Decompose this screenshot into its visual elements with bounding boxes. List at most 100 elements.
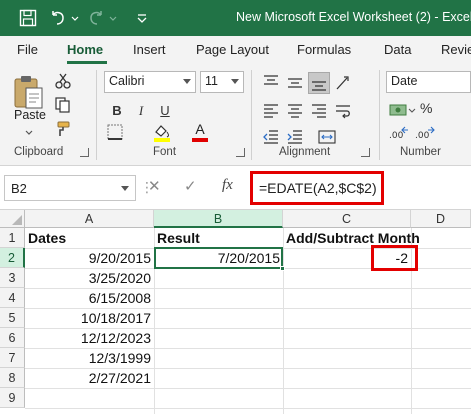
name-box[interactable]: B2 — [4, 175, 136, 201]
merge-center-icon[interactable] — [316, 126, 338, 148]
tab-file[interactable]: File — [17, 42, 38, 57]
cell-a3[interactable]: 3/25/2020 — [25, 268, 154, 288]
chevron-down-icon — [183, 79, 191, 84]
column-header-a[interactable]: A — [25, 210, 154, 228]
align-bottom-icon[interactable] — [308, 72, 330, 94]
tab-data[interactable]: Data — [384, 42, 411, 57]
save-icon[interactable] — [18, 8, 38, 28]
align-left-icon[interactable] — [260, 100, 282, 122]
font-color-label: A — [195, 121, 205, 137]
row-header-3[interactable]: 3 — [0, 268, 25, 288]
row-header-9[interactable]: 9 — [0, 388, 25, 408]
window-title: New Microsoft Excel Worksheet (2) - Exce… — [236, 10, 471, 24]
number-format-combo[interactable]: Date — [386, 71, 471, 93]
cell-a2[interactable]: 9/20/2015 — [25, 248, 154, 268]
font-name-combo[interactable]: Calibri — [104, 71, 196, 93]
cell-a7[interactable]: 12/3/1999 — [25, 348, 154, 368]
font-color-button[interactable]: A — [188, 122, 212, 144]
undo-icon[interactable] — [48, 8, 68, 28]
fill-color-icon[interactable] — [150, 122, 174, 149]
row-header-1[interactable]: 1 — [0, 228, 25, 248]
paste-label[interactable]: Paste — [14, 108, 46, 122]
cell-b1[interactable]: Result — [154, 228, 283, 248]
paste-dropdown-icon[interactable] — [24, 124, 34, 142]
row-header-7[interactable]: 7 — [0, 348, 25, 368]
wrap-text-icon[interactable] — [332, 100, 354, 122]
svg-text:.00: .00 — [415, 131, 430, 141]
bold-button[interactable]: B — [106, 100, 128, 122]
number-group-label: Number — [400, 146, 441, 158]
cancel-icon[interactable]: ✕ — [148, 177, 161, 195]
align-right-icon[interactable] — [308, 100, 330, 122]
tab-page-layout[interactable]: Page Layout — [196, 42, 269, 57]
column-header-d[interactable]: D — [411, 210, 471, 228]
orientation-icon[interactable] — [332, 72, 354, 94]
enter-icon[interactable]: ✓ — [184, 177, 197, 195]
fill-handle[interactable] — [280, 266, 285, 271]
insert-function-icon[interactable]: fx — [222, 177, 233, 194]
ribbon-tabs: File Home Insert Page Layout Formulas Da… — [0, 36, 471, 64]
number-format-value: Date — [391, 74, 418, 88]
undo-dropdown-icon[interactable] — [70, 8, 80, 28]
borders-icon[interactable] — [104, 122, 128, 149]
gridline — [25, 388, 471, 389]
tab-home[interactable]: Home — [67, 42, 103, 57]
cell-a5[interactable]: 10/18/2017 — [25, 308, 154, 328]
formula-bar: B2 ⋮ ✕ ✓ fx =EDATE(A2,$C$2) — [0, 166, 471, 210]
align-top-icon[interactable] — [260, 72, 282, 94]
percent-style-icon[interactable]: % — [420, 100, 432, 116]
clipboard-group-label: Clipboard — [14, 146, 64, 158]
row-header-8[interactable]: 8 — [0, 368, 25, 388]
ribbon: Paste Clipboard Calibri 11 B I U A Font … — [0, 64, 471, 166]
group-divider — [379, 70, 380, 160]
cut-icon[interactable] — [54, 72, 72, 95]
tab-formulas[interactable]: Formulas — [297, 42, 351, 57]
group-divider — [251, 70, 252, 160]
align-middle-icon[interactable] — [284, 72, 306, 94]
column-header-b[interactable]: B — [154, 210, 283, 228]
align-center-icon[interactable] — [284, 100, 306, 122]
worksheet-grid: A B C D 1 2 3 4 5 6 7 8 9 Dates Result A… — [0, 210, 471, 414]
decrease-indent-icon[interactable] — [260, 126, 282, 148]
increase-indent-icon[interactable] — [284, 126, 306, 148]
accounting-format-icon[interactable] — [388, 100, 416, 125]
font-size-combo[interactable]: 11 — [200, 71, 244, 93]
active-cell-border — [154, 247, 283, 269]
row-header-5[interactable]: 5 — [0, 308, 25, 328]
cell-a1[interactable]: Dates — [25, 228, 154, 248]
format-painter-icon[interactable] — [54, 120, 72, 143]
alignment-group-label: Alignment — [279, 146, 331, 158]
row-header-4[interactable]: 4 — [0, 288, 25, 308]
font-color-swatch — [192, 138, 208, 142]
alignment-launcher-icon[interactable] — [361, 148, 370, 157]
underline-button[interactable]: U — [154, 100, 176, 122]
highlight-box — [371, 245, 418, 271]
svg-text:.00: .00 — [389, 131, 404, 141]
redo-icon[interactable] — [86, 8, 106, 28]
font-launcher-icon[interactable] — [236, 148, 245, 157]
tab-insert[interactable]: Insert — [133, 42, 166, 57]
cell-a4[interactable]: 6/15/2008 — [25, 288, 154, 308]
row-header-6[interactable]: 6 — [0, 328, 25, 348]
column-header-c[interactable]: C — [283, 210, 411, 228]
italic-button[interactable]: I — [130, 100, 152, 122]
font-size-value: 11 — [205, 74, 218, 88]
formula-input[interactable]: =EDATE(A2,$C$2) — [250, 171, 384, 205]
copy-icon[interactable] — [54, 96, 72, 119]
redo-dropdown-icon[interactable] — [108, 8, 118, 28]
chevron-down-icon — [121, 186, 129, 191]
tab-review[interactable]: Review — [441, 42, 471, 57]
cell-a8[interactable]: 2/27/2021 — [25, 368, 154, 388]
group-divider — [96, 70, 97, 160]
row-header-2[interactable]: 2 — [0, 248, 25, 268]
font-group-label: Font — [153, 146, 177, 158]
clipboard-launcher-icon[interactable] — [80, 148, 89, 157]
customize-toolbar-icon[interactable] — [132, 8, 152, 28]
chevron-down-icon — [231, 79, 239, 84]
gridline — [25, 408, 471, 409]
cell-a6[interactable]: 12/12/2023 — [25, 328, 154, 348]
select-all-button[interactable] — [0, 210, 25, 228]
title-bar: New Microsoft Excel Worksheet (2) - Exce… — [0, 0, 471, 36]
font-name-value: Calibri — [109, 74, 145, 88]
name-box-value: B2 — [11, 181, 27, 196]
